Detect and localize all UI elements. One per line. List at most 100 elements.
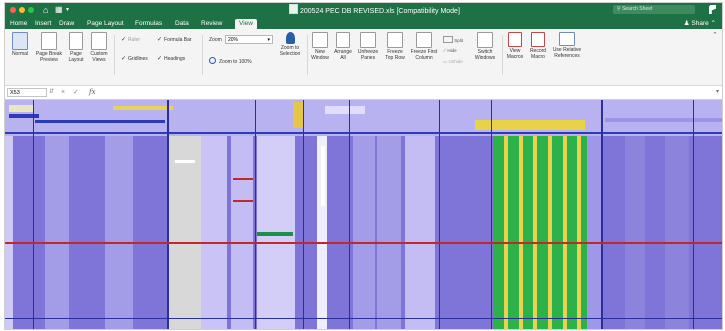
name-box-stepper-icon[interactable]: ⇵ (49, 87, 54, 98)
column-divider (693, 100, 694, 329)
chevron-down-icon: ▾ (267, 37, 270, 43)
tab-data[interactable]: Data (175, 18, 189, 29)
data-column (587, 136, 601, 329)
window-title-text: 200524 PEC DB REVISED.xls [Compatibility… (300, 8, 460, 15)
account-icon[interactable] (709, 5, 716, 14)
window-title: 200524 PEC DB REVISED.xls [Compatibility… (289, 4, 460, 18)
quick-access-dropdown-icon[interactable]: ▾ (66, 4, 69, 16)
tab-view[interactable]: View (235, 19, 257, 29)
highlighted-cell (233, 200, 253, 202)
normal-view-button[interactable]: Normal (8, 32, 32, 58)
arrange-all-button[interactable]: Arrange All (332, 32, 354, 61)
tab-page-layout[interactable]: Page Layout (87, 18, 124, 29)
yellow-column (533, 136, 537, 329)
custom-views-button[interactable]: Custom Views (87, 32, 111, 63)
freeze-first-column-button[interactable]: Freeze First Column (409, 32, 439, 61)
new-window-button[interactable]: New Window (309, 32, 331, 61)
page-break-preview-icon (41, 32, 57, 50)
new-window-label: New Window (311, 49, 329, 61)
header-cell (293, 102, 303, 128)
save-icon[interactable]: ▦ (55, 4, 63, 16)
switch-windows-label: Switch Windows (474, 49, 496, 61)
collapse-ribbon-icon[interactable]: ⌃ (712, 31, 718, 39)
checkmark-icon: ✓ (121, 37, 127, 43)
arrange-all-icon (336, 32, 350, 48)
freeze-first-column-label: Freeze First Column (410, 49, 438, 61)
excel-window: ⌂ ▦ ▾ 200524 PEC DB REVISED.xls [Compati… (4, 2, 723, 330)
unfreeze-panes-button[interactable]: Unfreeze Panes (355, 32, 381, 61)
hide-button[interactable]: ⟋ Hide (443, 48, 457, 53)
gridlines-label: Gridlines (128, 56, 148, 62)
zoom-select[interactable]: 20% ▾ (225, 35, 273, 44)
header-cell (325, 106, 365, 114)
custom-views-icon (91, 32, 107, 50)
yellow-column (548, 136, 552, 329)
formula-bar-label: Formula Bar (164, 37, 192, 43)
ribbon-separator (202, 35, 203, 75)
name-box[interactable]: X53 (7, 88, 47, 97)
worksheet-grid[interactable] (5, 100, 722, 329)
ribbon-separator (502, 35, 503, 75)
switch-windows-button[interactable]: Switch Windows (471, 32, 499, 61)
unhide-label: Unhide (448, 59, 463, 64)
ruler-checkbox[interactable]: ✓ Ruler (121, 37, 140, 44)
checkmark-icon: ✓ (157, 37, 163, 43)
minimize-window-icon[interactable] (19, 7, 25, 13)
page-layout-view-button[interactable]: Page Layout (65, 32, 87, 63)
column-divider (33, 100, 34, 329)
freeze-top-row-button[interactable]: Freeze Top Row (382, 32, 408, 61)
record-macro-icon (531, 32, 545, 47)
zoom-to-selection-button[interactable]: Zoom to Selection (275, 32, 305, 57)
unhide-icon: ▭ (443, 59, 448, 64)
tab-insert[interactable]: Insert (35, 18, 51, 29)
zoom-window-icon[interactable] (28, 7, 34, 13)
yellow-column (504, 136, 508, 329)
page-break-preview-button[interactable]: Page Break Preview (33, 32, 65, 63)
close-window-icon[interactable] (10, 7, 16, 13)
formula-bar-checkbox[interactable]: ✓ Formula Bar (157, 37, 192, 44)
relative-references-label: Use Relative References (552, 47, 582, 59)
relative-references-button[interactable]: Use Relative References (550, 32, 584, 59)
data-column (665, 136, 689, 329)
search-placeholder: Search Sheet (622, 6, 653, 12)
tab-home[interactable]: Home (10, 18, 27, 29)
fx-label[interactable]: fx (89, 87, 96, 98)
highlighted-cell (233, 178, 253, 180)
zoom-to-100-label: Zoom to 100% (219, 59, 252, 65)
gridlines-checkbox[interactable]: ✓ Gridlines (121, 56, 148, 63)
data-column (353, 136, 375, 329)
cancel-icon[interactable]: × (61, 87, 65, 98)
share-button[interactable]: ♟ Share ⌃ (684, 18, 716, 29)
home-icon[interactable]: ⌂ (43, 4, 48, 16)
column-divider (439, 100, 440, 329)
new-window-icon (312, 32, 328, 48)
yellow-column (577, 136, 581, 329)
relative-references-icon (559, 32, 575, 46)
page-break-preview-label: Page Break Preview (35, 51, 63, 63)
highlighted-cell (175, 160, 195, 163)
headings-checkbox[interactable]: ✓ Headings (157, 56, 185, 63)
enter-icon[interactable]: ✓ (73, 87, 79, 98)
search-sheet-field[interactable]: ⚲ Search Sheet (613, 5, 695, 14)
record-macro-button[interactable]: Record Macro (527, 32, 549, 60)
unhide-button[interactable]: ▭ Unhide (443, 59, 463, 65)
data-column (377, 136, 401, 329)
normal-view-label: Normal (11, 51, 29, 57)
highlighted-cell (257, 232, 293, 236)
unfreeze-panes-icon (360, 32, 376, 48)
tab-review[interactable]: Review (201, 18, 222, 29)
document-icon (289, 4, 298, 14)
tab-formulas[interactable]: Formulas (135, 18, 162, 29)
view-macros-button[interactable]: View Macros (504, 32, 526, 60)
page-layout-view-label: Page Layout (68, 51, 84, 63)
freeze-first-column-icon (416, 32, 432, 48)
split-button[interactable]: Split (443, 36, 463, 43)
zoom-to-100-button[interactable]: Zoom to 100% (209, 57, 252, 65)
normal-view-icon (12, 32, 28, 50)
tab-draw[interactable]: Draw (59, 18, 74, 29)
column-divider (255, 100, 256, 329)
magnifier-icon (209, 57, 216, 64)
data-column (625, 136, 645, 329)
zoom-label: Zoom (209, 37, 222, 43)
expand-formula-bar-icon[interactable]: ▾ (716, 87, 719, 98)
